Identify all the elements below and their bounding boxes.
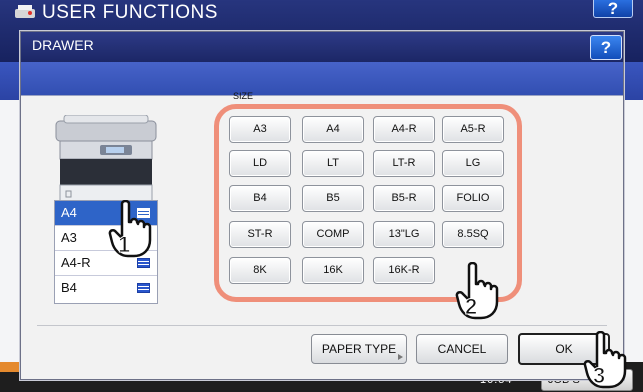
hand-pointer-icon: 2 (455, 262, 499, 320)
size-button-8-5sq[interactable]: 8.5SQ (442, 221, 504, 248)
dialog-header: DRAWER ? (21, 32, 623, 62)
size-button-lt[interactable]: LT (302, 150, 364, 177)
footer-divider (37, 325, 607, 326)
size-button-b5[interactable]: B5 (302, 185, 364, 212)
dialog-title: DRAWER (32, 37, 94, 53)
size-button-comp[interactable]: COMP (302, 221, 364, 248)
divider (21, 95, 623, 96)
size-button-a3[interactable]: A3 (229, 116, 291, 143)
drawer-item-label: A4 (61, 205, 77, 220)
printer-logo-icon (15, 5, 35, 18)
drawer-item-b4[interactable]: B4 (55, 276, 157, 301)
drawer-item-label: B4 (61, 280, 77, 295)
size-button-16k[interactable]: 16K (302, 257, 364, 284)
help-button[interactable]: ? (590, 35, 622, 60)
dialog-band (21, 62, 623, 95)
size-button-folio[interactable]: FOLIO (442, 185, 504, 212)
callout-number: 3 (593, 363, 605, 388)
size-button-a4[interactable]: A4 (302, 116, 364, 143)
callout-number: 1 (118, 232, 130, 257)
size-button-st-r[interactable]: ST-R (229, 221, 291, 248)
size-button-16k-r[interactable]: 16K-R (373, 257, 435, 284)
hand-pointer-icon: 3 (583, 331, 627, 389)
submenu-arrow-icon (398, 354, 403, 360)
size-label: SIZE (233, 91, 254, 101)
user-functions-title: USER FUNCTIONS (42, 2, 218, 23)
paper-type-button[interactable]: PAPER TYPE (311, 334, 407, 364)
status-indicator (0, 362, 22, 372)
drawer-item-label: A4-R (61, 255, 91, 270)
size-button-a4-r[interactable]: A4-R (373, 116, 435, 143)
size-button-13lg[interactable]: 13"LG (373, 221, 435, 248)
back-help-button[interactable]: ? (593, 0, 633, 18)
size-button-b5-r[interactable]: B5-R (373, 185, 435, 212)
drawer-item-label: A3 (61, 230, 77, 245)
paper-type-label: PAPER TYPE (321, 342, 397, 356)
cancel-button[interactable]: CANCEL (416, 334, 508, 364)
size-button-8k[interactable]: 8K (229, 257, 291, 284)
size-button-a5-r[interactable]: A5-R (442, 116, 504, 143)
callout-number: 2 (465, 294, 477, 319)
hand-pointer-icon: 1 (108, 200, 152, 258)
size-button-lg[interactable]: LG (442, 150, 504, 177)
size-button-ld[interactable]: LD (229, 150, 291, 177)
size-button-lt-r[interactable]: LT-R (373, 150, 435, 177)
size-button-b4[interactable]: B4 (229, 185, 291, 212)
tray-icon (137, 283, 150, 293)
